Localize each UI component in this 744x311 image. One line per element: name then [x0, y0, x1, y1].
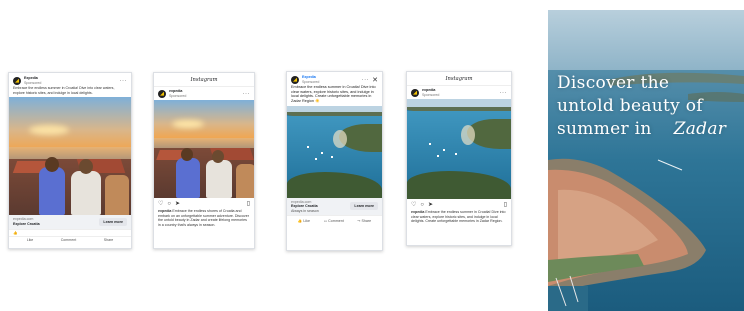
share-button[interactable]: ↪ Share — [357, 219, 371, 224]
facebook-ad-preview-1: Expedia Sponsored ··· Embrace the endles… — [8, 72, 132, 249]
more-options-icon[interactable]: ··· — [243, 91, 251, 97]
post-caption: expedia Embrace the endless shores of Cr… — [154, 209, 254, 227]
coast-photo — [407, 99, 511, 200]
bookmark-icon[interactable]: ▯ — [504, 201, 507, 208]
more-options-icon[interactable]: ··· — [120, 78, 128, 84]
comment-icon[interactable]: ○ — [420, 202, 424, 208]
sponsored-label: Sponsored — [169, 93, 187, 98]
caption-text: Embrace the endless summer in Croatia! D… — [411, 210, 506, 224]
caption-text: Embrace the endless shores of Croatia an… — [158, 209, 249, 227]
instagram-ad-preview-1: Instagram expedia Sponsored ··· ♡ ○ ➤ ▯ … — [153, 72, 255, 249]
instagram-wordmark: Instagram — [407, 72, 511, 86]
coast-photo — [287, 105, 382, 198]
hero-headline-line-1: Discover the — [557, 73, 670, 93]
hero-banner: Discover the untold beauty of summer in Z… — [548, 10, 744, 311]
post-caption: expedia Embrace the endless summer in Cr… — [407, 210, 511, 224]
post-header: Expedia Sponsored ··· — [9, 73, 131, 86]
hero-headline-line-3: summer in Zadar — [557, 119, 727, 139]
share-button[interactable]: Share — [104, 238, 114, 243]
aerial-zadar-photo — [548, 10, 744, 311]
post-header: expedia Sponsored ··· — [154, 87, 254, 100]
link-subtitle: Always in season — [291, 208, 319, 213]
caption-username[interactable]: expedia — [411, 210, 424, 214]
like-button[interactable]: 👍 Like — [298, 219, 310, 224]
hero-highlight-zadar: Zadar — [673, 119, 727, 139]
more-options-icon[interactable]: ··· — [500, 90, 508, 96]
person-figure — [39, 167, 65, 216]
instagram-ad-preview-2: Instagram expedia Sponsored ··· ♡ ○ ➤ ▯ … — [406, 71, 512, 246]
thumbs-up-icon: 👍 — [297, 219, 303, 224]
close-icon[interactable]: ✕ — [372, 76, 378, 84]
instagram-wordmark: Instagram — [154, 73, 254, 87]
brand-avatar[interactable] — [411, 88, 419, 97]
comment-icon[interactable]: ○ — [167, 201, 171, 207]
link-bar[interactable]: expedia.com Explore Croatia Learn more — [9, 215, 131, 229]
comment-icon: ▭ — [323, 219, 328, 224]
sponsored-label: Sponsored — [24, 80, 42, 85]
brand-avatar[interactable] — [13, 76, 21, 85]
caption-username[interactable]: expedia — [158, 209, 171, 213]
more-options-icon[interactable]: ··· — [362, 77, 370, 83]
post-caption: Embrace the endless summer in Croatia! D… — [291, 85, 376, 103]
heart-icon[interactable]: ♡ — [411, 201, 416, 208]
engagement-bar: ♡ ○ ➤ ▯ — [407, 199, 511, 210]
brand-avatar[interactable] — [158, 89, 166, 98]
brand-avatar[interactable] — [291, 75, 299, 84]
heart-icon[interactable]: ♡ — [158, 200, 163, 207]
comment-button[interactable]: Comment — [61, 238, 77, 243]
sponsored-label: Sponsored — [302, 79, 320, 84]
action-bar: Like Comment Share — [9, 236, 131, 244]
send-icon[interactable]: ➤ — [428, 201, 433, 208]
like-button[interactable]: Like — [27, 238, 34, 243]
bookmark-icon[interactable]: ▯ — [247, 200, 250, 207]
engagement-bar: ♡ ○ ➤ ▯ — [154, 198, 254, 209]
sponsored-label: Sponsored — [422, 92, 440, 97]
action-bar: 👍 Like ▭ Comment ↪ Share — [287, 215, 382, 227]
link-title: Explore Croatia — [13, 221, 40, 226]
link-bar[interactable]: expedia.com Explore Croatia Always in se… — [287, 197, 382, 216]
comment-button[interactable]: ▭ Comment — [324, 219, 344, 224]
post-header: expedia Sponsored ··· — [407, 86, 511, 99]
sunset-photo — [9, 97, 131, 216]
post-caption: Embrace the endless summer in Croatia! D… — [13, 86, 115, 95]
send-icon[interactable]: ➤ — [175, 200, 180, 207]
like-icon: 👍 — [13, 230, 18, 235]
post-header: Expedia Sponsored ··· ✕ — [287, 72, 382, 85]
learn-more-button[interactable]: Learn more — [350, 202, 378, 211]
facebook-ad-preview-2: Expedia Sponsored ··· ✕ Embrace the endl… — [286, 71, 383, 251]
hero-headline-line-2: untold beauty of — [557, 96, 703, 116]
sunset-photo — [154, 100, 254, 199]
learn-more-button[interactable]: Learn more — [99, 217, 127, 226]
